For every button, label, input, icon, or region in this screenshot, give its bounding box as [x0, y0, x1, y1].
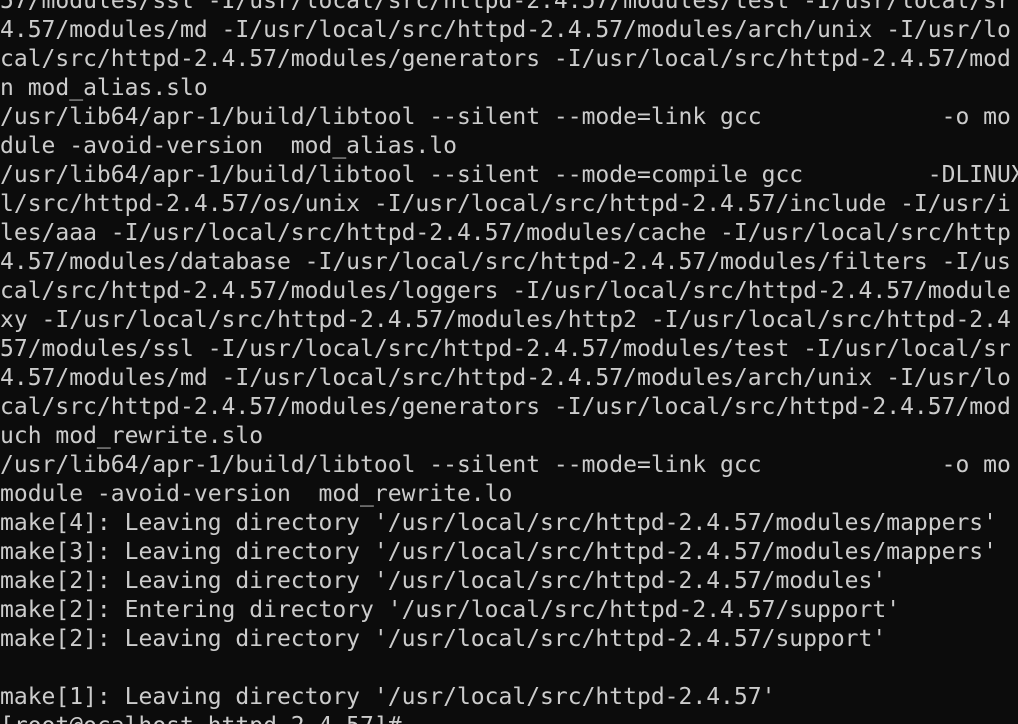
- terminal-line: xy -I/usr/local/src/httpd-2.4.57/modules…: [0, 307, 1011, 333]
- terminal-output: 57/modules/ssl -I/usr/local/src/httpd-2.…: [0, 0, 1018, 724]
- terminal-line: make[4]: Leaving directory '/usr/local/s…: [0, 510, 997, 536]
- terminal-line: /usr/lib64/apr-1/build/libtool --silent …: [0, 104, 1011, 130]
- terminal-line: les/aaa -I/usr/local/src/httpd-2.4.57/mo…: [0, 220, 1011, 246]
- terminal-prompt-line[interactable]: [root@ocalhost httpd-2.4.57]#: [0, 712, 1018, 724]
- terminal-line: 4.57/modules/md -I/usr/local/src/httpd-2…: [0, 17, 1011, 43]
- terminal-line: make[3]: Leaving directory '/usr/local/s…: [0, 539, 997, 565]
- terminal-line: /usr/lib64/apr-1/build/libtool --silent …: [0, 162, 1018, 188]
- terminal-line: dule -avoid-version mod_alias.lo: [0, 133, 457, 159]
- terminal-line: 4.57/modules/database -I/usr/local/src/h…: [0, 249, 1011, 275]
- terminal-line: 4.57/modules/md -I/usr/local/src/httpd-2…: [0, 365, 1011, 391]
- terminal-line: make[1]: Leaving directory '/usr/local/s…: [0, 684, 776, 710]
- terminal-line: 57/modules/ssl -I/usr/local/src/httpd-2.…: [0, 336, 1011, 362]
- terminal-line: cal/src/httpd-2.4.57/modules/generators …: [0, 394, 1011, 420]
- terminal-line: uch mod_rewrite.slo: [0, 423, 264, 449]
- terminal-line: make[2]: Leaving directory '/usr/local/s…: [0, 568, 887, 594]
- terminal-window[interactable]: 57/modules/ssl -I/usr/local/src/httpd-2.…: [0, 0, 1018, 724]
- terminal-line: l/src/httpd-2.4.57/os/unix -I/usr/local/…: [0, 191, 1011, 217]
- terminal-line: /usr/lib64/apr-1/build/libtool --silent …: [0, 452, 1011, 478]
- terminal-line: make[2]: Entering directory '/usr/local/…: [0, 597, 901, 623]
- terminal-line: n mod_alias.slo: [0, 75, 208, 101]
- terminal-line: cal/src/httpd-2.4.57/modules/generators …: [0, 46, 1011, 72]
- terminal-line: module -avoid-version mod_rewrite.lo: [0, 481, 513, 507]
- terminal-line: cal/src/httpd-2.4.57/modules/loggers -I/…: [0, 278, 1011, 304]
- terminal-line: make[2]: Leaving directory '/usr/local/s…: [0, 626, 887, 652]
- terminal-line: 57/modules/ssl -I/usr/local/src/httpd-2.…: [0, 0, 1011, 14]
